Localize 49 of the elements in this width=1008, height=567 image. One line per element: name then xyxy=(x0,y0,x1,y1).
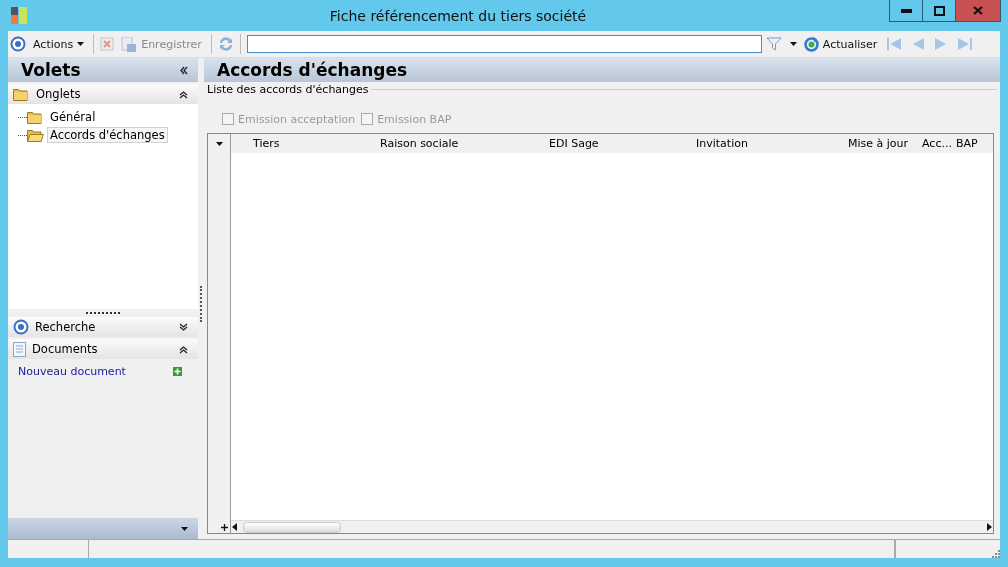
folder-icon xyxy=(27,110,44,124)
window-title: Fiche référencement du tiers société xyxy=(328,7,588,24)
refresh-icon xyxy=(803,36,819,52)
column-header[interactable]: Mise à jour xyxy=(848,137,922,150)
column-header[interactable]: Invitation xyxy=(696,137,848,150)
collapse-icon[interactable] xyxy=(179,344,188,354)
add-row-icon[interactable] xyxy=(221,524,228,531)
resize-grip-icon[interactable] xyxy=(990,548,1000,558)
save-icon xyxy=(121,36,138,52)
column-header[interactable]: Raison sociale xyxy=(380,137,549,150)
caret-icon[interactable] xyxy=(181,526,188,531)
section-title: Documents xyxy=(32,342,98,356)
close-icon xyxy=(973,6,983,15)
column-header[interactable]: BAP xyxy=(956,137,996,150)
search-field[interactable] xyxy=(246,35,762,53)
maximize-icon xyxy=(933,5,945,16)
column-header[interactable]: Acc... xyxy=(922,137,956,150)
target-icon xyxy=(10,36,26,52)
group-label: Liste des accords d'échanges xyxy=(207,83,369,96)
expand-icon[interactable] xyxy=(179,322,188,332)
horizontal-scrollbar[interactable] xyxy=(231,520,993,533)
column-header[interactable]: Tiers xyxy=(253,137,380,150)
caret-icon[interactable] xyxy=(789,42,797,46)
tree-item[interactable]: Général xyxy=(47,109,99,125)
add-icon[interactable] xyxy=(173,367,182,376)
collapse-icon[interactable] xyxy=(179,89,188,99)
section-header[interactable]: Recherche xyxy=(8,317,198,337)
column-header[interactable]: EDI Sage xyxy=(549,137,696,150)
refresh-button[interactable]: Actualiser xyxy=(800,34,881,54)
page-title: Accords d'échanges xyxy=(217,60,408,80)
actions-menu[interactable]: Actions xyxy=(30,35,88,53)
pane-title: Volets xyxy=(21,60,81,80)
section-header[interactable]: Onglets xyxy=(8,84,198,104)
tree-item[interactable]: Accords d'échanges xyxy=(47,127,168,143)
close-button[interactable] xyxy=(955,0,1000,21)
new-document-link[interactable]: Nouveau document xyxy=(18,365,126,378)
app-icon xyxy=(11,7,27,24)
caret-icon xyxy=(77,42,85,46)
scroll-right-icon[interactable] xyxy=(985,522,993,532)
section-title: Recherche xyxy=(35,320,96,334)
minimize-icon xyxy=(900,8,912,13)
section-header[interactable]: Documents xyxy=(8,339,198,359)
caret-icon[interactable] xyxy=(215,141,223,146)
target-icon xyxy=(13,319,29,335)
collapse-pane-icon[interactable] xyxy=(179,65,188,75)
folder-icon xyxy=(13,87,30,101)
document-icon xyxy=(13,341,26,357)
folder-icon xyxy=(27,128,44,142)
section-title: Onglets xyxy=(36,87,81,101)
